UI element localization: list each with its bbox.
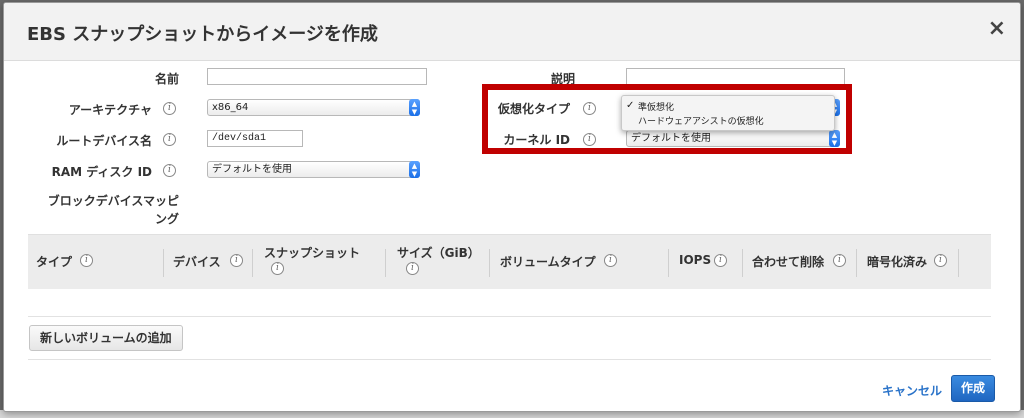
column-divider [489, 249, 490, 277]
close-icon[interactable]: × [988, 17, 1006, 41]
root-device-info-icon[interactable]: i [163, 133, 176, 146]
name-input[interactable] [207, 68, 427, 85]
root-device-input[interactable]: /dev/sda1 [207, 130, 303, 147]
column-header-iops: IOPS [679, 253, 712, 267]
type-info-icon[interactable]: i [80, 254, 93, 267]
footer-divider [28, 359, 991, 360]
delete-on-termination-info-icon[interactable]: i [833, 254, 846, 267]
column-divider [668, 249, 669, 277]
block-device-label-line2: ング [154, 212, 179, 226]
add-volume-button[interactable]: 新しいボリュームの追加 [29, 325, 183, 351]
column-divider [163, 249, 164, 277]
create-button[interactable]: 作成 [951, 375, 995, 402]
column-header-volume-type: ボリュームタイプ [500, 255, 596, 269]
description-input[interactable] [626, 68, 845, 85]
column-divider [958, 249, 959, 277]
name-label: 名前 [154, 72, 179, 86]
virtualization-type-dropdown: ✓ 準仮想化 ハードウェアアシストの仮想化 [621, 95, 835, 131]
block-device-table-header: タイプ i デバイス i スナップショット i サイズ（GiB） i ボリューム… [28, 234, 991, 289]
column-header-snapshot: スナップショット [264, 246, 361, 260]
dropdown-option-hvm[interactable]: ハードウェアアシストの仮想化 [638, 114, 764, 127]
dropdown-option-paravirtual[interactable]: 準仮想化 [638, 100, 674, 113]
column-header-type: タイプ [36, 255, 73, 269]
architecture-select-value: x86_64 [212, 102, 249, 113]
column-header-delete-on-termination: 合わせて削除 [752, 255, 825, 269]
ramdisk-info-icon[interactable]: i [163, 164, 176, 177]
checkmark-icon: ✓ [626, 100, 635, 111]
volume-type-info-icon[interactable]: i [604, 254, 617, 267]
architecture-info-icon[interactable]: i [163, 102, 176, 115]
block-device-label-line1: ブロックデバイスマッピ [47, 194, 179, 208]
architecture-select[interactable]: x86_64 ▲ ▼ [207, 99, 420, 116]
create-image-dialog: EBS スナップショットからイメージを作成 × 名前 アーキテクチャ i x86… [3, 2, 1021, 412]
dialog-header: EBS スナップショットからイメージを作成 × [4, 3, 1020, 61]
column-divider [252, 249, 253, 277]
device-info-icon[interactable]: i [230, 254, 243, 267]
column-header-size: サイズ（GiB） [397, 246, 480, 260]
ramdisk-select-value: デフォルトを使用 [212, 164, 292, 175]
column-divider [856, 249, 857, 277]
root-device-label: ルートデバイス名 [56, 134, 152, 148]
architecture-label: アーキテクチャ [68, 103, 152, 117]
cancel-button[interactable]: キャンセル [882, 382, 942, 399]
dialog-title: EBS スナップショットからイメージを作成 [27, 24, 378, 45]
snapshot-info-icon[interactable]: i [271, 262, 284, 275]
column-header-device: デバイス [173, 255, 221, 269]
ramdisk-select[interactable]: デフォルトを使用 ▲ ▼ [207, 161, 420, 178]
column-header-encrypted: 暗号化済み [867, 255, 928, 269]
iops-info-icon[interactable]: i [714, 254, 727, 267]
block-device-table-body [28, 288, 991, 317]
select-arrows-icon: ▲▼ [409, 99, 420, 116]
column-divider [385, 249, 386, 277]
encrypted-info-icon[interactable]: i [934, 254, 947, 267]
size-info-icon[interactable]: i [406, 262, 419, 275]
column-divider [742, 249, 743, 277]
select-arrows-icon: ▲▼ [409, 161, 420, 178]
ramdisk-label: RAM ディスク ID [51, 165, 152, 179]
